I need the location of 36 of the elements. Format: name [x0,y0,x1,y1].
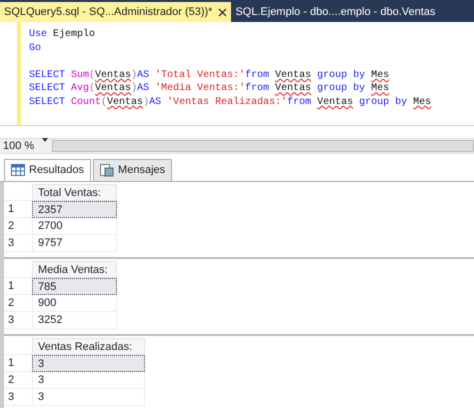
row-number: 1 [4,354,32,372]
table-cell[interactable]: 900 [32,294,117,312]
close-icon[interactable] [218,6,228,18]
table-cell[interactable]: 2357 [32,200,117,218]
table-cell[interactable]: 3 [32,372,145,388]
table-cell[interactable]: 3 [32,388,145,406]
row-number: 1 [4,278,32,294]
table-cell[interactable]: 3252 [32,312,117,328]
row-number: 2 [4,218,32,234]
code-line: SELECT Sum(Ventas)AS 'Total Ventas:'from Ventas group by Mes [29,68,390,82]
grid-icon [11,162,25,178]
table-cell[interactable]: 785 [32,278,117,294]
document-tab[interactable]: SQLQuery5.sql - SQ...Administrador (53))* [0,2,232,22]
column-header: Ventas Realizadas: [32,338,145,354]
table-cell[interactable]: 2700 [32,218,117,234]
row-number: 3 [4,388,32,406]
zoom-dropdown[interactable]: 100 % [0,138,52,154]
row-number: 2 [4,294,32,312]
code-line: SELECT Avg(Ventas)AS 'Media Ventas:'from Ventas group by Mes [29,82,390,96]
document-icon [100,162,114,178]
row-number: 3 [4,312,32,328]
code-line: Use Ejemplo [29,28,96,42]
row-number: 3 [4,234,32,252]
table-cell[interactable]: 9757 [32,234,117,252]
code-line: SELECT Count(Ventas)AS 'Ventas Realizadas:'from Ventas group by Mes [29,96,432,110]
code-line: Go [29,42,42,56]
row-number: 1 [4,200,32,218]
result-tab[interactable]: Mensajes [93,159,172,180]
table-cell[interactable]: 3 [32,354,145,372]
row-number: 2 [4,372,32,388]
column-header: Total Ventas: [32,184,117,200]
result-tab[interactable]: Resultados [4,159,92,180]
dropdown-icon [42,138,48,142]
horizontal-scrollbar[interactable] [52,140,474,152]
document-tab[interactable]: SQL.Ejemplo - dbo....emplo - dbo.Ventas [231,2,440,22]
column-header: Media Ventas: [32,260,117,278]
